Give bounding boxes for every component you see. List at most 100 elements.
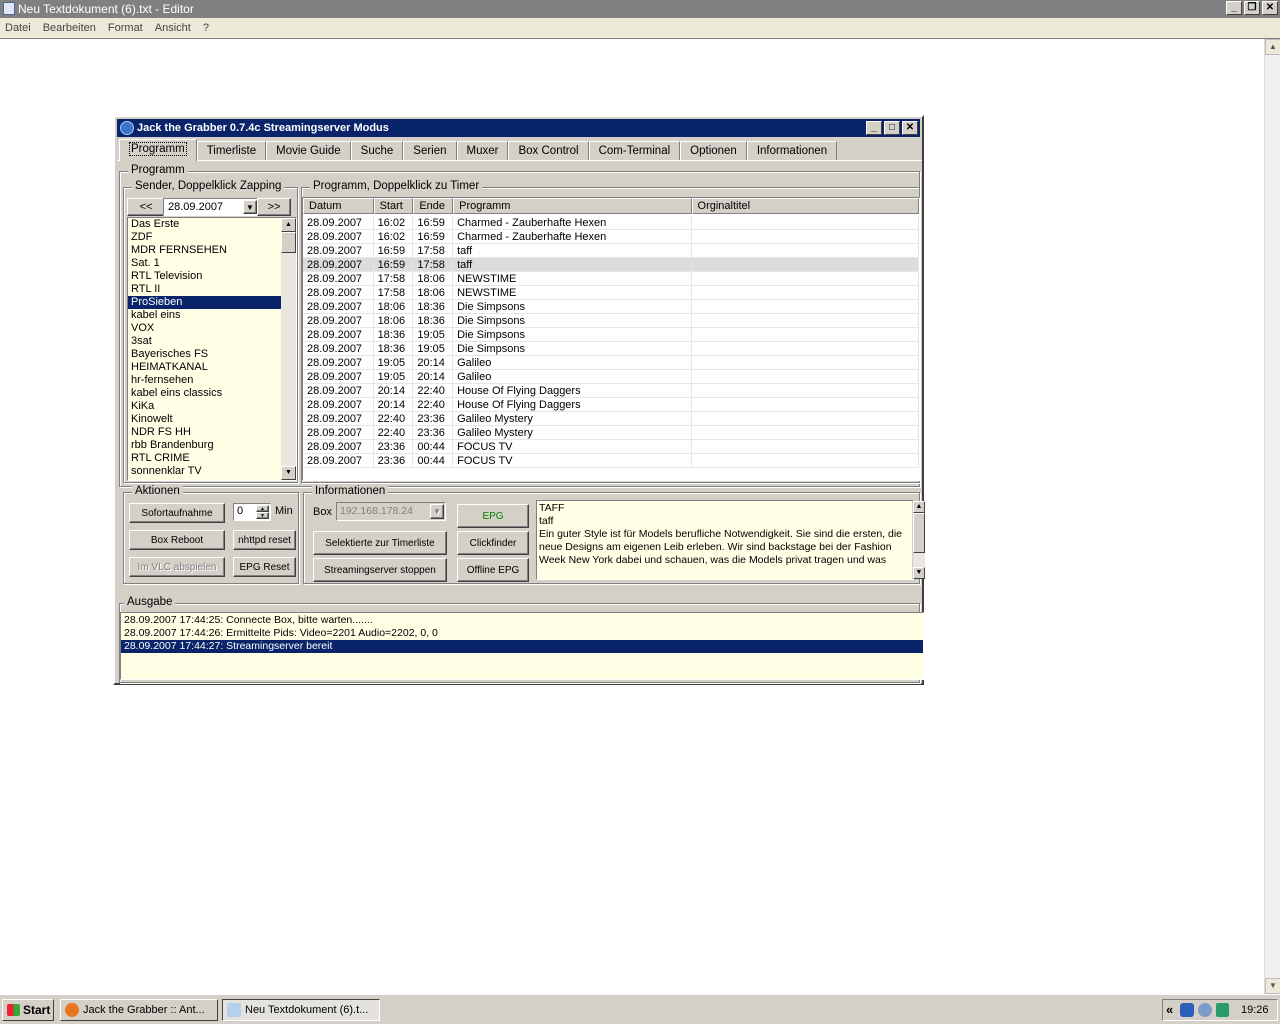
channel-item[interactable]: hr-fernsehen — [128, 374, 281, 387]
column-programm[interactable]: Programm — [453, 198, 692, 214]
prev-day-button[interactable]: << — [127, 198, 165, 216]
log-line[interactable]: 28.09.2007 17:44:26: Ermittelte Pids: Vi… — [121, 627, 923, 640]
streamingserver-stop-button[interactable]: Streamingserver stoppen — [313, 558, 447, 582]
settings-tray-icon[interactable] — [1198, 1003, 1212, 1017]
chevron-down-icon[interactable]: ▼ — [243, 200, 257, 214]
channel-item[interactable]: MDR FERNSEHEN — [128, 244, 281, 257]
column-datum[interactable]: Datum — [303, 198, 374, 214]
table-row[interactable]: 28.09.2007 19:05 20:14 Galileo — [303, 356, 919, 370]
offline-epg-button[interactable]: Offline EPG — [457, 558, 529, 582]
channel-item[interactable]: ZDF — [128, 231, 281, 244]
channel-item[interactable]: RTL CRIME — [128, 452, 281, 465]
clock[interactable]: 19:26 — [1241, 1000, 1269, 1020]
table-row[interactable]: 28.09.2007 18:06 18:36 Die Simpsons — [303, 314, 919, 328]
channel-item[interactable]: Bayerisches FS — [128, 348, 281, 361]
channel-list-scrollbar[interactable]: ▲ ▼ — [281, 218, 296, 480]
channel-item[interactable]: ProSieben — [128, 296, 281, 309]
channel-item[interactable]: RTL Television — [128, 270, 281, 283]
table-row[interactable]: 28.09.2007 20:14 22:40 House Of Flying Dagg… — [303, 384, 919, 398]
menu-ansicht[interactable]: Ansicht — [155, 22, 191, 34]
tab-serien[interactable]: Serien — [403, 141, 457, 161]
scroll-up-icon[interactable]: ▲ — [281, 218, 296, 232]
date-picker[interactable]: 28.09.2007 ▼ — [163, 198, 259, 216]
scroll-thumb[interactable] — [281, 232, 296, 253]
stepper-down-icon[interactable]: ▼ — [256, 512, 269, 519]
table-row[interactable]: 28.09.2007 16:59 17:58 taff — [303, 244, 919, 258]
table-row[interactable]: 28.09.2007 18:36 19:05 Die Simpsons — [303, 342, 919, 356]
start-button[interactable]: Start — [2, 999, 54, 1021]
description-scrollbar[interactable]: ▲ ▼ — [913, 501, 925, 579]
tab-box-control[interactable]: Box Control — [508, 141, 589, 161]
minutes-stepper[interactable]: 0 ▲ ▼ — [233, 503, 271, 521]
table-row[interactable]: 28.09.2007 20:14 22:40 House Of Flying Dagg… — [303, 398, 919, 412]
column-start[interactable]: Start — [373, 198, 414, 214]
minimize-icon[interactable]: _ — [1226, 1, 1242, 15]
tab-informationen[interactable]: Informationen — [746, 141, 838, 161]
channel-list[interactable]: Das Erste ZDF MDR FERNSEHEN Sat. 1 RTL Telev… — [128, 218, 281, 480]
app-tray-icon[interactable] — [1216, 1003, 1229, 1017]
taskbar-item-notepad[interactable]: Neu Textdokument (6).t... — [222, 999, 380, 1021]
description-box[interactable]: TAFF taff Ein guter Style ist für Models… — [537, 501, 912, 579]
channel-item[interactable]: sonnenklar TV — [128, 465, 281, 478]
table-row[interactable]: 28.09.2007 18:06 18:36 Die Simpsons — [303, 300, 919, 314]
table-row[interactable]: 28.09.2007 22:40 23:36 Galileo Mystery — [303, 412, 919, 426]
menu-datei[interactable]: Datei — [5, 22, 31, 34]
tab-muxer[interactable]: Muxer — [456, 141, 509, 161]
grabber-close-icon[interactable]: ✕ — [902, 121, 918, 135]
stepper-up-icon[interactable]: ▲ — [256, 505, 269, 512]
network-tray-icon[interactable] — [1180, 1003, 1194, 1017]
sofortaufnahme-button[interactable]: Sofortaufnahme — [129, 503, 225, 523]
table-row[interactable]: 28.09.2007 17:58 18:06 NEWSTIME — [303, 272, 919, 286]
tray-chevron-icon[interactable]: « — [1166, 1000, 1173, 1020]
scroll-up-icon[interactable]: ▲ — [913, 501, 925, 513]
table-row[interactable]: 28.09.2007 17:58 18:06 NEWSTIME — [303, 286, 919, 300]
menu-format[interactable]: Format — [108, 22, 143, 34]
scroll-down-icon[interactable]: ▼ — [1265, 978, 1280, 994]
log-list[interactable]: 28.09.2007 17:44:25: Connecte Box, bitte… — [121, 613, 923, 679]
notepad-titlebar[interactable]: Neu Textdokument (6).txt - Editor _ ❐ ✕ — [0, 0, 1280, 18]
log-line[interactable]: 28.09.2007 17:44:27: Streamingserver ber… — [121, 640, 923, 653]
tab-com-terminal[interactable]: Com-Terminal — [588, 141, 681, 161]
chevron-down-icon[interactable]: ▼ — [430, 504, 444, 519]
tab-optionen[interactable]: Optionen — [680, 141, 747, 161]
channel-item[interactable]: VOX — [128, 322, 281, 335]
epg-button[interactable]: EPG — [457, 504, 529, 528]
channel-item[interactable]: Kinowelt — [128, 413, 281, 426]
table-row[interactable]: 28.09.2007 16:59 17:58 taff — [303, 258, 919, 272]
channel-item[interactable]: Das Erste — [128, 218, 281, 231]
program-table[interactable]: Datum Start Ende Programm Orginaltitel 2… — [303, 198, 919, 480]
menu-bearbeiten[interactable]: Bearbeiten — [43, 22, 96, 34]
channel-item[interactable]: kabel eins — [128, 309, 281, 322]
scroll-down-icon[interactable]: ▼ — [281, 466, 296, 480]
scroll-down-icon[interactable]: ▼ — [913, 567, 925, 579]
channel-item[interactable]: Sat. 1 — [128, 257, 281, 270]
clickfinder-button[interactable]: Clickfinder — [457, 531, 529, 555]
table-row[interactable]: 28.09.2007 16:02 16:59 Charmed - Zauberhaft… — [303, 216, 919, 230]
box-ip-select[interactable]: 192.168.178.24 ▼ — [336, 502, 446, 521]
epg-reset-button[interactable]: EPG Reset — [233, 557, 296, 577]
nhttpd-reset-button[interactable]: nhttpd reset — [233, 530, 296, 550]
channel-item[interactable]: 3sat — [128, 335, 281, 348]
tab-movie-guide[interactable]: Movie Guide — [266, 141, 351, 161]
vlc-button[interactable]: Im VLC abspielen — [129, 557, 225, 577]
grabber-minimize-icon[interactable]: _ — [866, 121, 882, 135]
grabber-titlebar[interactable]: Jack the Grabber 0.7.4c Streamingserver … — [117, 119, 920, 137]
table-row[interactable]: 28.09.2007 16:02 16:59 Charmed - Zauberhaft… — [303, 230, 919, 244]
menu-help[interactable]: ? — [203, 22, 209, 34]
next-day-button[interactable]: >> — [257, 198, 291, 216]
column-ende[interactable]: Ende — [413, 198, 454, 214]
table-row[interactable]: 28.09.2007 19:05 20:14 Galileo — [303, 370, 919, 384]
tab-suche[interactable]: Suche — [350, 141, 404, 161]
log-line[interactable]: 28.09.2007 17:44:25: Connecte Box, bitte… — [121, 614, 923, 627]
channel-item[interactable]: rbb Brandenburg — [128, 439, 281, 452]
column-orginaltitel[interactable]: Orginaltitel — [691, 198, 919, 214]
table-row[interactable]: 28.09.2007 23:36 00:44 FOCUS TV — [303, 454, 919, 468]
tab-programm[interactable]: Programm — [119, 139, 197, 161]
grabber-maximize-icon[interactable]: □ — [884, 121, 900, 135]
box-reboot-button[interactable]: Box Reboot — [129, 530, 225, 550]
taskbar-item-grabber[interactable]: Jack the Grabber :: Ant... — [60, 999, 218, 1021]
channel-item[interactable]: RTL II — [128, 283, 281, 296]
close-icon[interactable]: ✕ — [1262, 1, 1278, 15]
channel-item[interactable]: KiKa — [128, 400, 281, 413]
restore-icon[interactable]: ❐ — [1244, 1, 1260, 15]
